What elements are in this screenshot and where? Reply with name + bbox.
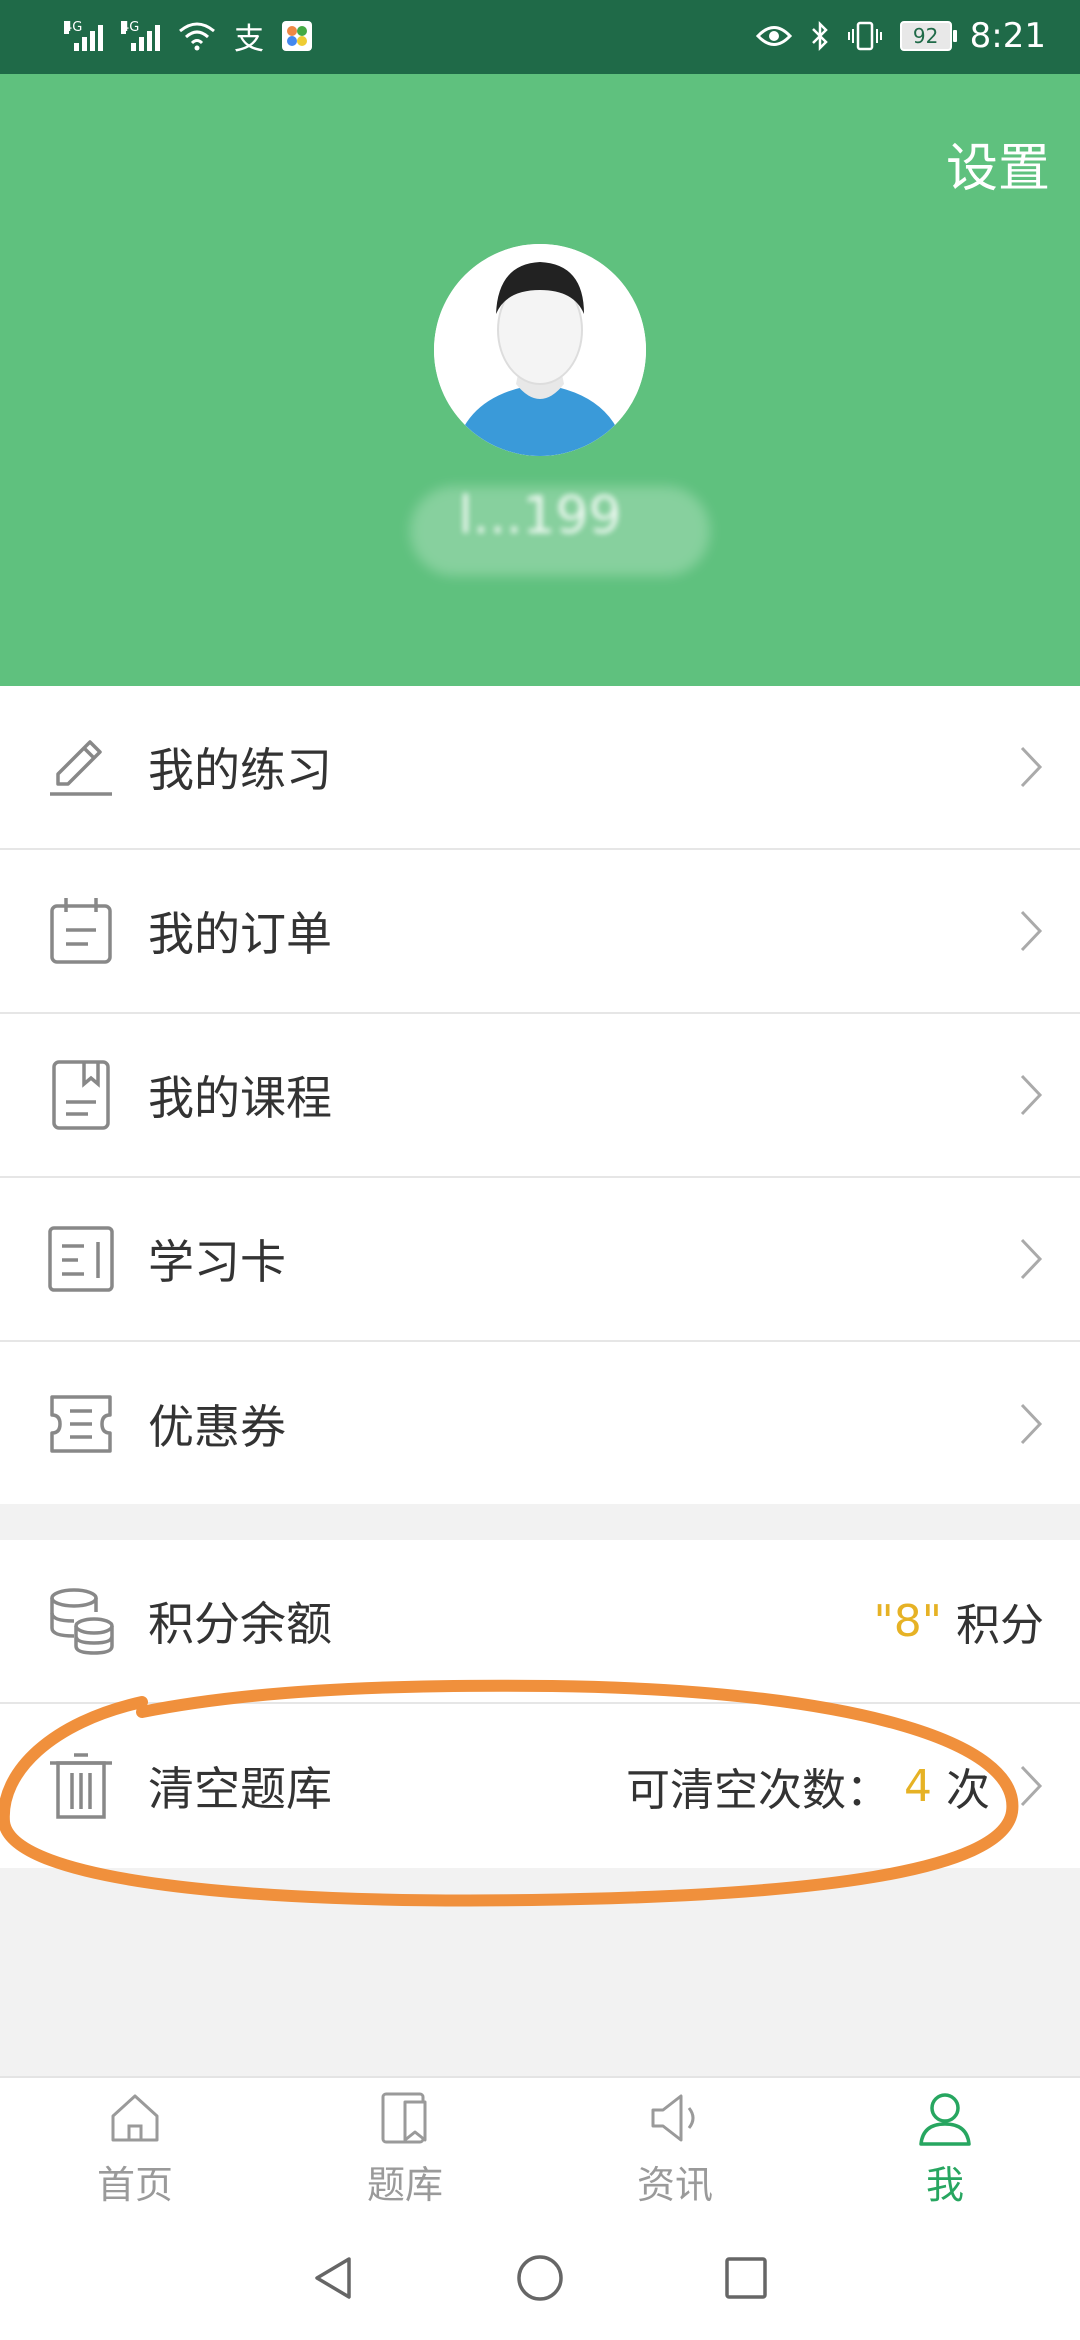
menu-item-my-courses[interactable]: 我的课程 bbox=[0, 1014, 1080, 1178]
tab-label: 题库 bbox=[366, 2162, 443, 2207]
menu-item-my-practice[interactable]: 我的练习 bbox=[0, 686, 1080, 850]
menu-item-label: 优惠券 bbox=[148, 1400, 286, 1454]
app-notification-icon bbox=[282, 21, 312, 51]
menu-item-label: 我的练习 bbox=[148, 743, 332, 797]
points-value: "8" bbox=[873, 1595, 942, 1647]
profile-header: 设置 l...199 bbox=[0, 74, 1080, 686]
calendar-icon bbox=[50, 898, 112, 964]
status-left: 4G 4G 支 bbox=[64, 14, 312, 58]
alipay-icon: 支 bbox=[234, 22, 264, 57]
menu-item-label: 学习卡 bbox=[148, 1235, 286, 1289]
book-icon bbox=[52, 1060, 110, 1130]
menu-item-study-card[interactable]: 学习卡 bbox=[0, 1178, 1080, 1342]
tab-question-bank[interactable]: 题库 bbox=[270, 2078, 540, 2218]
tab-news[interactable]: 资讯 bbox=[540, 2078, 810, 2218]
chevron-right-icon bbox=[1020, 746, 1043, 788]
tab-label: 我 bbox=[925, 2162, 964, 2207]
bottom-nav: 首页 题库 资讯 我 bbox=[0, 2076, 1080, 2218]
menu-list: 我的练习 我的订单 我的课程 学习卡 优惠券 bbox=[0, 686, 1080, 1506]
recents-icon[interactable] bbox=[721, 2253, 771, 2303]
speaker-icon bbox=[651, 2094, 695, 2141]
coins-icon bbox=[50, 1588, 114, 1655]
bookmark-icon bbox=[381, 2092, 427, 2143]
card-icon bbox=[48, 1226, 114, 1292]
status-right: 92 8:21 bbox=[755, 14, 1046, 58]
chevron-right-icon bbox=[1020, 1403, 1043, 1445]
wifi-icon bbox=[179, 22, 215, 51]
tab-label: 首页 bbox=[96, 2162, 173, 2207]
chevron-right-icon bbox=[1020, 910, 1043, 952]
status-time: 8:21 bbox=[969, 16, 1046, 56]
vibrate-icon bbox=[847, 21, 882, 51]
person-icon bbox=[919, 2092, 971, 2146]
points-value-group: "8" 积分 bbox=[860, 1589, 1044, 1653]
avatar[interactable] bbox=[434, 244, 646, 456]
tab-home[interactable]: 首页 bbox=[0, 2078, 270, 2218]
tab-me[interactable]: 我 bbox=[810, 2078, 1080, 2218]
chevron-right-icon bbox=[1020, 1074, 1043, 1116]
orange-circle-annotation bbox=[0, 1679, 1019, 1907]
chevron-right-icon bbox=[1020, 1238, 1043, 1280]
home-icon bbox=[111, 2094, 159, 2141]
username: l...199 bbox=[458, 486, 622, 546]
settings-button[interactable]: 设置 bbox=[946, 126, 1050, 201]
bluetooth-icon bbox=[811, 20, 828, 52]
signal-1-icon: 4G bbox=[64, 21, 103, 51]
system-nav-bar bbox=[0, 2216, 1080, 2340]
default-avatar-icon bbox=[434, 244, 646, 456]
battery-icon: 92 bbox=[899, 21, 957, 51]
menu-item-label: 我的课程 bbox=[148, 1071, 332, 1125]
section-gap bbox=[0, 1504, 1080, 1540]
menu-item-label: 我的订单 bbox=[148, 907, 332, 961]
menu-item-my-orders[interactable]: 我的订单 bbox=[0, 850, 1080, 1014]
points-unit: 积分 bbox=[956, 1600, 1044, 1651]
home-circle-icon[interactable] bbox=[515, 2253, 565, 2303]
menu-item-coupons[interactable]: 优惠券 bbox=[0, 1342, 1080, 1506]
eye-icon bbox=[755, 26, 792, 46]
points-label: 积分余额 bbox=[148, 1597, 332, 1651]
status-bar: 4G 4G 支 92 8:21 bbox=[0, 0, 1080, 74]
back-icon[interactable] bbox=[309, 2253, 359, 2303]
signal-2-icon: 4G bbox=[121, 21, 160, 51]
tab-label: 资讯 bbox=[636, 2162, 713, 2207]
coupon-icon bbox=[50, 1395, 112, 1453]
pencil-icon bbox=[50, 740, 112, 796]
